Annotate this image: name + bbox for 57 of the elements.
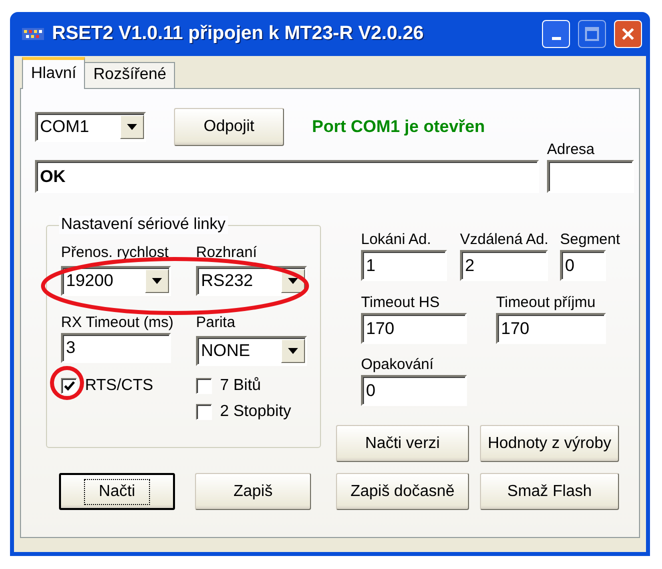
field-label: Timeout HS [361,294,440,312]
close-icon [621,27,635,41]
field-label: Opakování [361,356,434,374]
field-label: Vzdálená Ad. [460,231,548,249]
button[interactable]: Hodnoty z výroby [480,425,619,462]
button[interactable]: Smaž Flash [480,473,619,510]
combo-box[interactable]: NONE [196,336,307,366]
caret-icon [288,278,298,284]
input-field[interactable]: 170 [496,313,606,344]
field-label: Parita [196,314,236,331]
combo-box[interactable]: COM1 [35,112,146,142]
field-label: Segment [560,231,620,249]
input-field[interactable] [547,160,634,193]
field-label: Rozhraní [196,244,257,261]
maximize-icon [585,27,599,41]
button[interactable]: Načti [59,473,175,510]
tab[interactable]: Rozšířené [84,62,176,88]
status-text: Port COM1 je otevřen [312,117,485,137]
checkbox-label: 2 Stopbity [220,403,292,421]
close-button[interactable] [614,20,642,48]
checkbox-label: RTS/CTS [85,377,154,395]
tab[interactable]: Hlavní [22,57,86,89]
window-title: RSET2 V1.0.11 připojen k MT23-R V2.0.26 [52,23,425,45]
input-field[interactable]: 0 [560,250,606,281]
dropdown-button[interactable] [281,339,305,363]
input-field[interactable]: 170 [361,313,467,344]
field-label: Přenos. rychlost [61,244,169,261]
button[interactable]: Načti verzi [336,425,469,462]
checkbox[interactable] [196,404,212,420]
button[interactable]: Zapiš dočasně [336,473,469,510]
button[interactable]: Zapiš [195,473,311,510]
caret-icon [152,278,162,284]
field-label: Adresa [547,141,595,159]
caret-icon [288,348,298,354]
minimize-icon [552,37,560,40]
input-field[interactable]: 2 [460,250,548,281]
dropdown-button[interactable] [145,269,169,293]
combo-box[interactable]: 19200 [61,266,171,296]
field-label: Lokáni Ad. [361,231,432,249]
app-icon [22,26,44,42]
input-field[interactable]: 1 [361,250,447,281]
button[interactable]: Odpojit [174,108,284,146]
caret-icon [127,124,137,130]
input-field[interactable]: 3 [61,333,171,363]
input-field[interactable]: 0 [361,375,467,406]
highlight-circle [50,366,84,400]
field-label: Timeout příjmu [496,294,596,312]
group-title: Nastavení sériové linky [59,216,228,234]
dropdown-button[interactable] [120,115,144,139]
input-field[interactable]: OK [35,160,539,193]
checkbox-label: 7 Bitů [220,377,261,395]
maximize-button[interactable] [578,20,606,48]
minimize-button[interactable] [542,20,570,48]
checkbox[interactable] [196,378,212,394]
checkbox[interactable] [61,378,77,394]
combo-box[interactable]: RS232 [196,266,307,296]
field-label: RX Timeout (ms) [61,314,174,332]
